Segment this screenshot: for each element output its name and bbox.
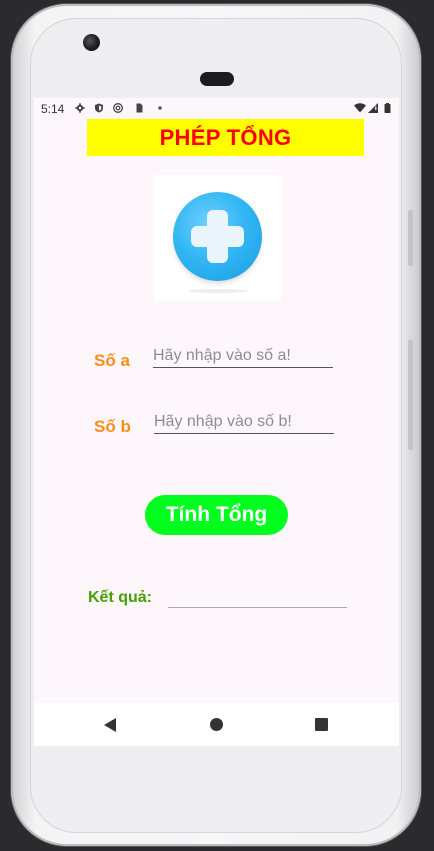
status-time: 5:14 [41, 102, 65, 116]
plus-icon [173, 192, 262, 281]
shield-icon [95, 103, 103, 113]
navigation-bar [34, 703, 399, 746]
gear-icon [75, 103, 85, 113]
addition-image [154, 175, 281, 301]
number-b-input[interactable]: Hãy nhập vào số b! [154, 410, 334, 434]
wifi-icon [354, 103, 366, 113]
app-screen: 5:14 PHÉP TỔNG Số a Hãy nhập vào số a! S… [34, 98, 399, 746]
earpiece-speaker [200, 72, 234, 86]
power-button [408, 340, 413, 450]
back-icon[interactable] [104, 718, 116, 732]
calculate-sum-button[interactable]: Tính Tổng [145, 495, 288, 535]
home-icon[interactable] [210, 718, 223, 731]
number-a-input[interactable]: Hãy nhập vào số a! [153, 344, 333, 368]
volume-button [408, 210, 413, 266]
number-a-placeholder: Hãy nhập vào số a! [153, 347, 291, 364]
number-b-placeholder: Hãy nhập vào số b! [154, 413, 292, 430]
sim-card-icon [136, 103, 143, 113]
title-banner: PHÉP TỔNG [87, 119, 364, 156]
label-number-a: Số a [94, 351, 130, 370]
label-number-b: Số b [94, 417, 131, 436]
signal-icon [368, 103, 378, 113]
front-camera [83, 34, 100, 51]
recents-icon[interactable] [315, 718, 328, 731]
dot-icon [158, 106, 162, 110]
result-label: Kết quả: [88, 589, 152, 606]
status-bar: 5:14 [34, 98, 399, 120]
page-title: PHÉP TỔNG [159, 124, 292, 150]
sync-icon [113, 103, 123, 113]
battery-icon [384, 103, 391, 113]
result-output [168, 582, 347, 608]
